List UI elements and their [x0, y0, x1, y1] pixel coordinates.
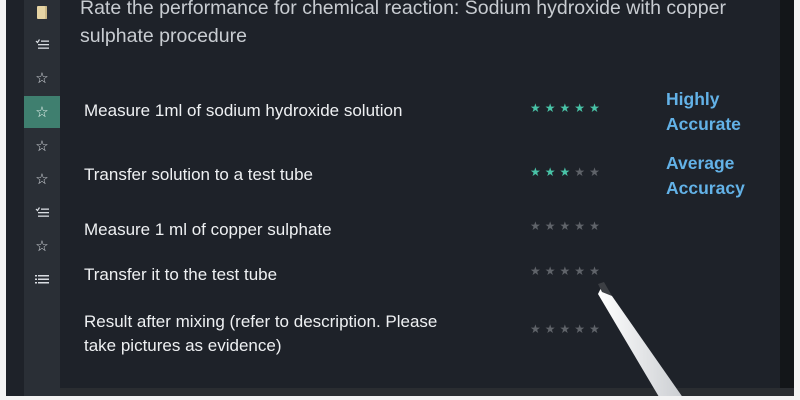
- screen: ☆ ☆ ☆ ☆ ☆ Rate the performance for chemi…: [6, 0, 794, 396]
- sidebar-item-star-active[interactable]: ☆: [24, 96, 60, 128]
- star-icon[interactable]: ★: [530, 322, 545, 336]
- star-icon[interactable]: ★: [589, 165, 604, 179]
- note-icon: [37, 5, 47, 19]
- star-icon: ☆: [35, 237, 49, 255]
- star-icon[interactable]: ★: [545, 219, 560, 233]
- star-icon[interactable]: ★: [530, 165, 545, 179]
- star-icon[interactable]: ★: [560, 101, 575, 115]
- star-icon[interactable]: ★: [560, 165, 575, 179]
- checklist-icon: [35, 207, 49, 217]
- sidebar-item-star[interactable]: ☆: [24, 62, 60, 94]
- star-rating[interactable]: ★★★★★: [530, 218, 604, 234]
- star-icon[interactable]: ★: [530, 264, 545, 278]
- sidebar-item-star[interactable]: ☆: [24, 230, 60, 262]
- right-gutter: [780, 0, 794, 396]
- star-icon[interactable]: ★: [545, 264, 560, 278]
- checklist-icon: [35, 39, 49, 49]
- star-icon[interactable]: ★: [530, 101, 545, 115]
- star-rating[interactable]: ★★★★★: [530, 164, 604, 180]
- content-panel: Rate the performance for chemical reacti…: [60, 0, 780, 396]
- task-label-line: take pictures as evidence): [84, 336, 282, 355]
- star-icon[interactable]: ★: [545, 165, 560, 179]
- sidebar-item-checklist[interactable]: [24, 28, 60, 60]
- star-icon[interactable]: ★: [589, 322, 604, 336]
- sidebar-item-checklist[interactable]: [24, 196, 60, 228]
- accuracy-line: Accuracy: [666, 178, 745, 198]
- accuracy-label: Average Accuracy: [666, 151, 776, 201]
- star-icon[interactable]: ★: [574, 322, 589, 336]
- bottom-bar: [60, 388, 794, 396]
- task-label: Transfer solution to a test tube: [84, 165, 313, 184]
- star-rating[interactable]: ★★★★★: [530, 263, 604, 279]
- sidebar-item-star[interactable]: ☆: [24, 163, 60, 195]
- accuracy-line: Average: [666, 153, 735, 173]
- star-rating[interactable]: ★★★★★: [530, 321, 604, 337]
- sidebar: ☆ ☆ ☆ ☆ ☆: [24, 0, 60, 396]
- star-rating[interactable]: ★★★★★: [530, 100, 604, 116]
- star-icon[interactable]: ★: [560, 322, 575, 336]
- sidebar-item-star[interactable]: ☆: [24, 130, 60, 162]
- star-icon[interactable]: ★: [574, 219, 589, 233]
- star-icon[interactable]: ★: [589, 264, 604, 278]
- task-label-line: Result after mixing (refer to descriptio…: [84, 312, 438, 331]
- device-frame: ☆ ☆ ☆ ☆ ☆ Rate the performance for chemi…: [0, 0, 800, 400]
- star-icon: ☆: [35, 170, 49, 188]
- task-label: Measure 1ml of sodium hydroxide solution: [84, 101, 403, 120]
- star-icon[interactable]: ★: [589, 101, 604, 115]
- star-icon[interactable]: ★: [545, 101, 560, 115]
- page-title: Rate the performance for chemical reacti…: [80, 0, 726, 47]
- star-icon: ☆: [35, 103, 49, 121]
- list-icon: [35, 275, 49, 284]
- star-icon[interactable]: ★: [530, 219, 545, 233]
- task-label: Transfer it to the test tube: [84, 265, 278, 284]
- accuracy-line: Accurate: [666, 114, 741, 134]
- star-icon[interactable]: ★: [574, 101, 589, 115]
- star-icon[interactable]: ★: [589, 219, 604, 233]
- star-icon[interactable]: ★: [574, 264, 589, 278]
- sidebar-item-notes[interactable]: [24, 0, 60, 28]
- star-icon[interactable]: ★: [560, 219, 575, 233]
- star-icon: ☆: [35, 69, 49, 87]
- star-icon[interactable]: ★: [574, 165, 589, 179]
- task-label: Measure 1 ml of copper sulphate: [84, 220, 332, 239]
- star-icon: ☆: [35, 137, 49, 155]
- task-label-multiline: Result after mixing (refer to descriptio…: [84, 310, 437, 358]
- sidebar-item-list[interactable]: [24, 264, 60, 296]
- accuracy-label: Highly Accurate: [666, 87, 776, 137]
- accuracy-line: Highly: [666, 89, 720, 109]
- star-icon[interactable]: ★: [545, 322, 560, 336]
- star-icon[interactable]: ★: [560, 264, 575, 278]
